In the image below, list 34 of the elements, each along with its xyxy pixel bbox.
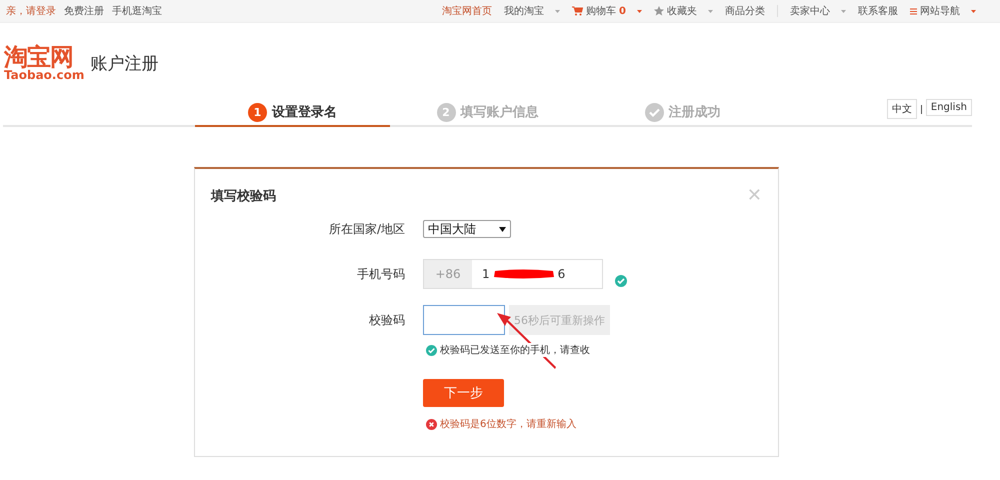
next-button[interactable]: 下一步 <box>423 379 504 407</box>
field-label: 校验码 <box>368 312 405 328</box>
step-label: 设置登录名 <box>272 104 337 121</box>
dialog-title: 填写校验码 <box>211 188 276 204</box>
field-label: 所在国家/地区 <box>328 220 405 238</box>
top-nav-link[interactable]: 收藏夹 <box>654 4 713 18</box>
top-nav-link[interactable]: 联系客服 <box>858 4 898 18</box>
top-nav-link[interactable]: 商品分类 <box>725 4 765 18</box>
top-link[interactable]: 手机逛淘宝 <box>112 4 162 18</box>
star-icon <box>654 6 664 16</box>
country-select[interactable]: 中国大陆 <box>423 220 511 238</box>
taobao-logo[interactable]: 淘宝网 Taobao.com <box>4 45 84 81</box>
top-nav-link[interactable]: 购物车 0 <box>572 4 642 18</box>
page-title: 账户注册 <box>90 52 158 74</box>
notice-text: 校验码已发送至你的手机，请查收 <box>440 343 590 357</box>
language-button[interactable]: English <box>926 99 972 116</box>
caret-icon <box>499 226 506 232</box>
top-nav-link[interactable]: 淘宝网首页 <box>442 4 492 18</box>
top-link[interactable]: 亲，请登录 <box>6 4 56 18</box>
step-number: 1 <box>248 102 267 122</box>
top-link[interactable]: 免费注册 <box>64 4 104 18</box>
top-nav-link[interactable]: 网站导航 <box>910 4 976 18</box>
top-nav-link[interactable]: 卖家中心 <box>790 4 846 18</box>
field-label: 手机号码 <box>356 266 405 282</box>
step-label: 填写账户信息 <box>460 104 538 121</box>
code-input[interactable] <box>423 305 505 335</box>
error-icon <box>426 418 437 430</box>
cart-icon <box>572 6 584 16</box>
language-button[interactable]: 中文 <box>886 99 917 119</box>
top-nav-link[interactable]: 我的淘宝 <box>504 4 560 18</box>
error-text: 校验码是6位数字，请重新输入 <box>440 418 576 431</box>
menu-icon <box>910 8 917 14</box>
step-label: 注册成功 <box>668 104 720 121</box>
check-circle-icon <box>426 344 437 356</box>
